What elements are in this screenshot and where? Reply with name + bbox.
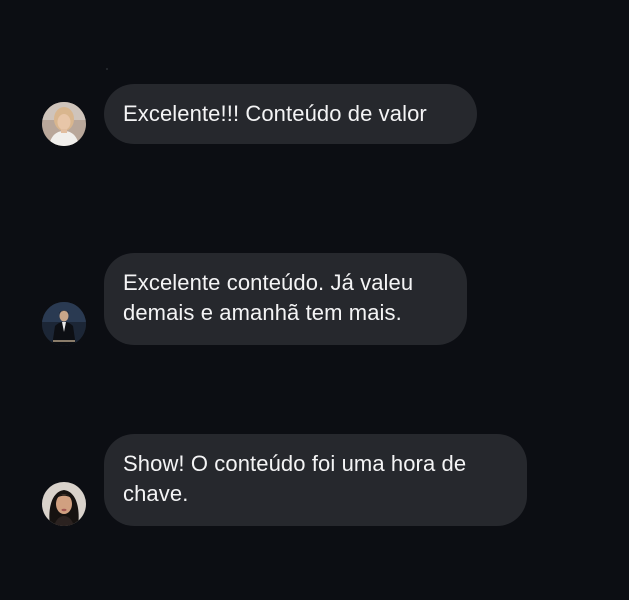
comment-bubble[interactable]: Show! O conteúdo foi uma hora de chave. (104, 434, 527, 526)
comment-text-line: chave. (123, 481, 189, 506)
comment-bubble[interactable]: Excelente conteúdo. Já valeu demais e am… (104, 253, 467, 345)
separator-dot (106, 68, 108, 70)
avatar-woman-light-hair-icon (42, 102, 86, 146)
user-avatar[interactable] (42, 302, 86, 346)
comment-text-line: Show! O conteúdo foi uma hora de (123, 451, 467, 476)
comment-bubble[interactable]: Excelente!!! Conteúdo de valor (104, 84, 477, 144)
comment-text-line: Excelente!!! Conteúdo de valor (123, 101, 427, 126)
avatar-man-dark-suit-icon (42, 302, 86, 346)
avatar-woman-dark-hair-icon (42, 482, 86, 526)
user-avatar[interactable] (42, 102, 86, 146)
comment-thread: Excelente!!! Conteúdo de valor Excelente… (0, 0, 629, 600)
comment-text-line: demais e amanhã tem mais. (123, 300, 402, 325)
comment-text-line: Excelente conteúdo. Já valeu (123, 270, 414, 295)
user-avatar[interactable] (42, 482, 86, 526)
